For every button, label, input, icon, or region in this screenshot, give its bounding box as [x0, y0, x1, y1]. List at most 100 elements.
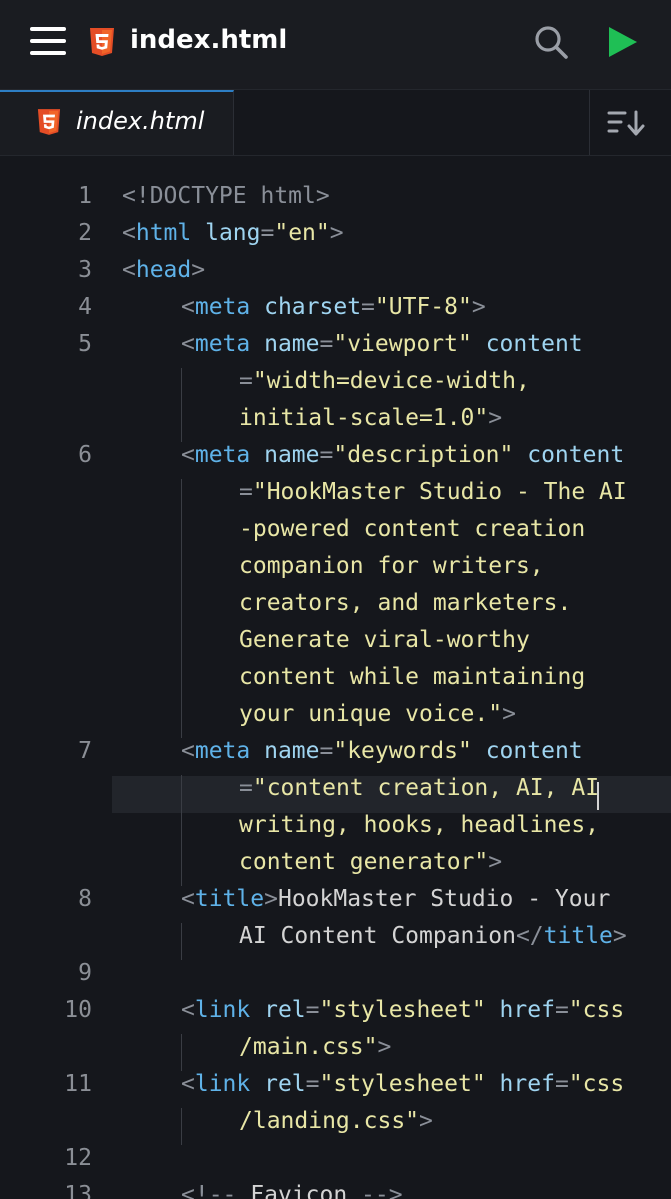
code-token: content generator" [239, 849, 489, 875]
code-token: AI Content Companion [239, 923, 516, 949]
menu-line [30, 39, 66, 43]
code-token: < [181, 331, 195, 357]
line-number: 2 [78, 220, 92, 246]
code-token: content [527, 442, 625, 468]
code-token: "stylesheet" [319, 1071, 486, 1097]
code-token: charset [264, 294, 362, 320]
code-token: Favicon [250, 1182, 348, 1199]
code-token: HookMaster Studio - Your [277, 886, 611, 912]
code-line: your unique voice."> [239, 701, 516, 727]
play-icon[interactable] [604, 24, 640, 60]
code-token: "viewport" [333, 331, 472, 357]
code-token: = [554, 997, 569, 1023]
code-token: meta [194, 331, 251, 357]
line-number: 8 [78, 886, 92, 912]
code-token: name [264, 738, 320, 764]
code-editor[interactable]: 1 <!DOCTYPE html> 2 <html lang="en"> 3 <head>… [0, 156, 671, 1199]
code-token: "stylesheet" [319, 997, 486, 1023]
html5-icon [90, 28, 114, 56]
code-token: "en" [274, 220, 330, 246]
code-token: </ [515, 923, 544, 949]
code-token: "description" [333, 442, 514, 468]
code-line: content while maintaining [239, 664, 585, 690]
code-line: /landing.css"> [239, 1108, 433, 1134]
code-token: > [264, 886, 278, 912]
code-line: <html lang="en"> [122, 220, 344, 246]
line-number: 12 [64, 1145, 92, 1171]
search-icon[interactable] [532, 23, 570, 61]
code-token: < [181, 997, 195, 1023]
code-line: ="content creation, AI, AI [239, 775, 599, 801]
code-token: content while maintaining [239, 664, 586, 690]
code-token: /main.css" [239, 1034, 378, 1060]
code-line: AI Content Companion</title> [239, 923, 627, 949]
line-number: 3 [78, 257, 92, 283]
code-line: creators, and marketers. [239, 590, 571, 616]
tab-index-html[interactable]: index.html [0, 90, 234, 155]
code-token: = [361, 294, 375, 320]
code-token: creators, and marketers. [239, 590, 572, 616]
code-token: > [488, 849, 503, 875]
line-number: 7 [78, 738, 92, 764]
indent-guide [181, 479, 182, 738]
code-token: > [419, 1108, 433, 1134]
code-token: = [554, 1071, 569, 1097]
code-line: <head> [122, 257, 205, 283]
code-token: title [543, 923, 613, 949]
tab-label: index.html [76, 107, 205, 135]
code-line: companion for writers, [239, 553, 544, 579]
code-token: <!-- [181, 1182, 251, 1199]
code-token: = [239, 775, 253, 801]
code-line: <meta name="keywords" content [181, 738, 583, 764]
code-token: rel [264, 1071, 306, 1097]
code-token: "css [568, 997, 625, 1023]
code-token: <!DOCTYPE html> [122, 183, 330, 209]
code-token: meta [194, 738, 251, 764]
code-token: content [485, 738, 583, 764]
code-token: Generate viral-worthy [239, 627, 530, 653]
code-token: href [499, 997, 555, 1023]
code-token: > [191, 257, 206, 283]
code-token: lang [205, 220, 261, 246]
line-number: 10 [64, 997, 92, 1023]
indent-guide [181, 775, 182, 886]
code-token: = [319, 738, 334, 764]
tab-bar: index.html [0, 90, 671, 156]
code-token: rel [264, 997, 306, 1023]
code-token: "UTF-8" [374, 294, 472, 320]
code-line: /main.css"> [239, 1034, 391, 1060]
code-token: "keywords" [333, 738, 472, 764]
code-token: = [239, 368, 253, 394]
code-token: head [135, 257, 192, 283]
code-token: = [319, 442, 334, 468]
code-token: < [181, 294, 195, 320]
line-number: 1 [78, 183, 92, 209]
code-token: < [181, 442, 195, 468]
html5-icon [37, 109, 61, 135]
file-title: index.html [130, 25, 288, 55]
line-number: 9 [78, 960, 92, 986]
indent-guide [181, 368, 182, 442]
code-token: name [264, 331, 320, 357]
code-token: initial-scale=1.0" [239, 405, 489, 431]
menu-line [30, 51, 66, 55]
code-token: = [260, 220, 275, 246]
code-line: ="width=device-width, [239, 368, 530, 394]
line-number: 5 [78, 331, 92, 357]
code-token: > [502, 701, 516, 727]
code-token: link [194, 1071, 251, 1097]
code-line: <!-- Favicon --> [181, 1182, 403, 1199]
line-number: 11 [64, 1071, 92, 1097]
hamburger-menu-icon[interactable] [30, 27, 66, 55]
code-line: <link rel="stylesheet" href="css [181, 997, 624, 1023]
sort-button[interactable] [589, 90, 671, 155]
code-line: Generate viral-worthy [239, 627, 530, 653]
